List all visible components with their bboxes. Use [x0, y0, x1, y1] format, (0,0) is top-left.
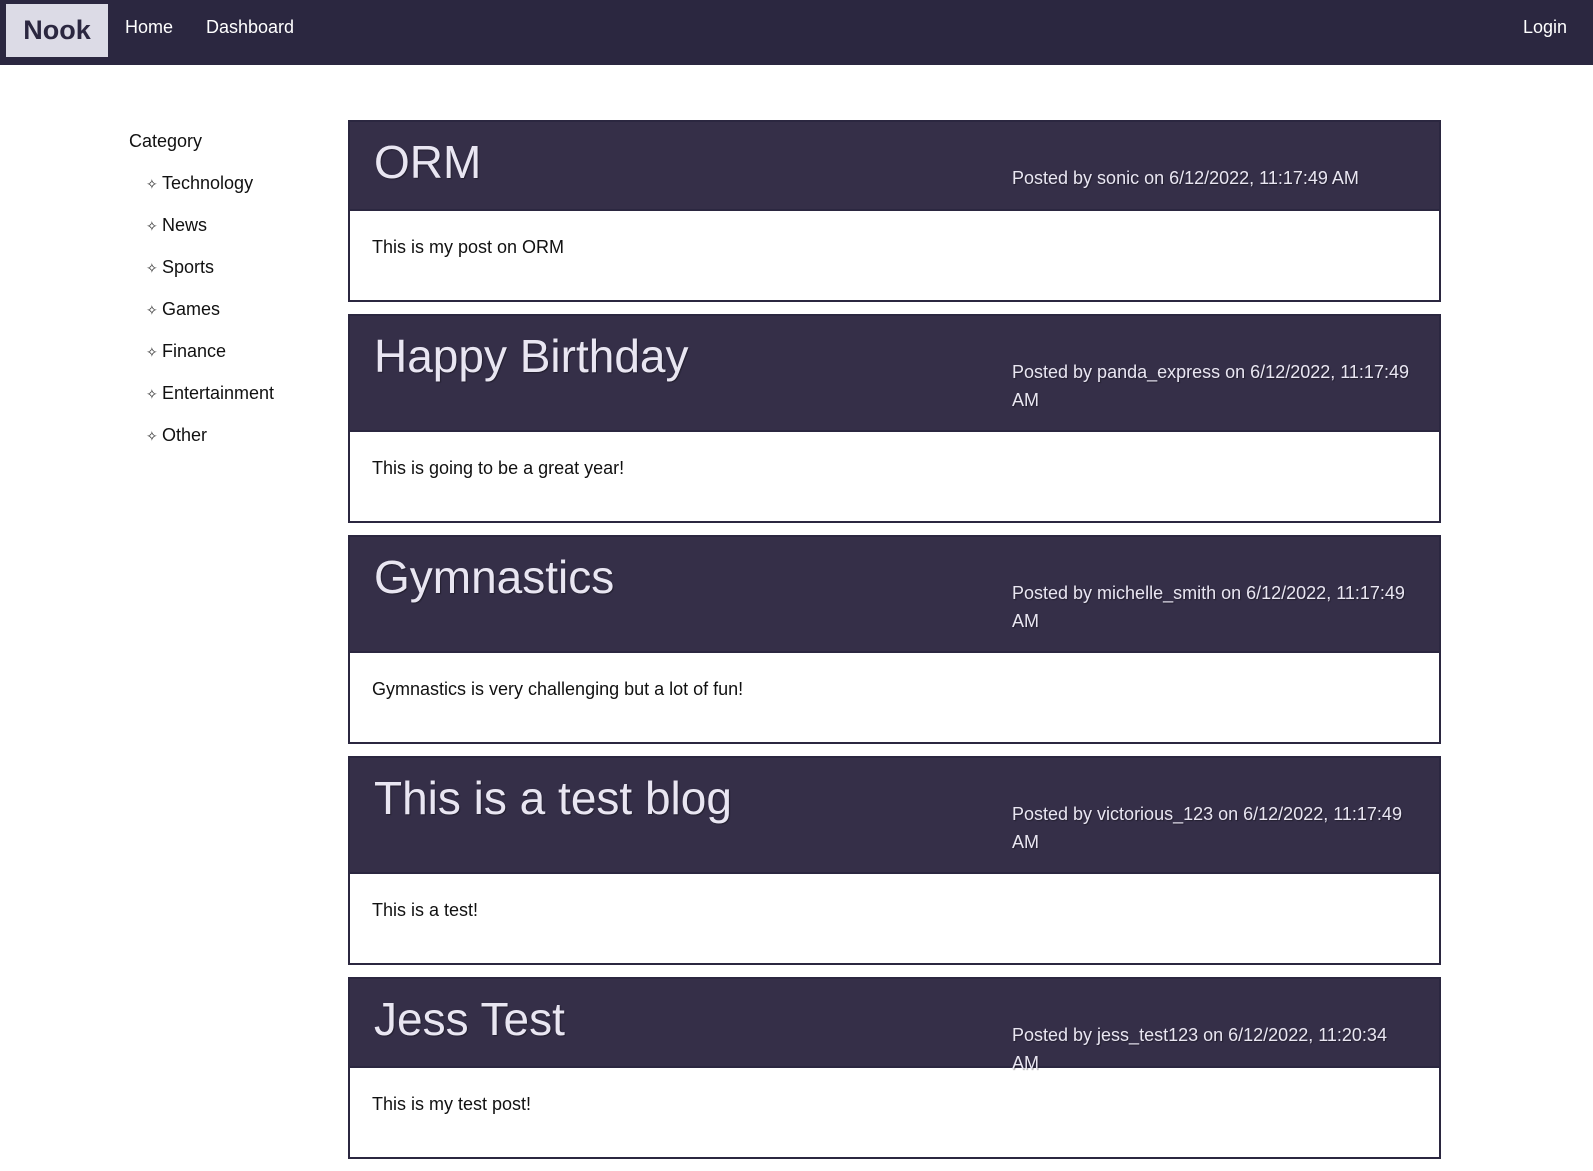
category-label: Entertainment	[162, 383, 275, 403]
brand-logo[interactable]: Nook	[6, 4, 108, 57]
post-header: Gymnastics Posted by michelle_smith on 6…	[350, 537, 1439, 651]
category-item-news[interactable]: ✧ News	[146, 214, 329, 256]
post-meta: Posted by panda_express on 6/12/2022, 11…	[1012, 362, 1409, 410]
category-label: Technology	[162, 173, 254, 193]
category-item-technology[interactable]: ✧ Technology	[146, 172, 329, 214]
category-item-finance[interactable]: ✧ Finance	[146, 340, 329, 382]
post-meta: Posted by sonic on 6/12/2022, 11:17:49 A…	[1012, 168, 1359, 188]
sparkle-icon: ✧	[146, 386, 158, 402]
post-body: Gymnastics is very challenging but a lot…	[350, 651, 1439, 742]
top-navbar: Nook Home Dashboard Login	[0, 0, 1593, 65]
post-body: This is going to be a great year!	[350, 430, 1439, 521]
post-header: Happy Birthday Posted by panda_express o…	[350, 316, 1439, 430]
sparkle-icon: ✧	[146, 218, 158, 234]
post-feed: ORM Posted by sonic on 6/12/2022, 11:17:…	[348, 120, 1441, 1171]
category-label: Other	[162, 425, 208, 445]
sidebar-title: Category	[129, 131, 203, 151]
post-body: This is my post on ORM	[350, 209, 1439, 300]
post-card[interactable]: Jess Test Posted by jess_test123 on 6/12…	[348, 977, 1441, 1159]
nav-link-login[interactable]: Login	[1523, 17, 1567, 37]
sparkle-icon: ✧	[146, 260, 158, 276]
post-header: This is a test blog Posted by victorious…	[350, 758, 1439, 872]
nav-link-dashboard[interactable]: Dashboard	[206, 17, 294, 37]
category-item-entertainment[interactable]: ✧ Entertainment	[146, 382, 329, 424]
category-item-games[interactable]: ✧ Games	[146, 298, 329, 340]
category-label: Games	[162, 299, 221, 319]
post-meta: Posted by michelle_smith on 6/12/2022, 1…	[1012, 583, 1405, 631]
nav-link-home[interactable]: Home	[125, 17, 173, 37]
category-item-sports[interactable]: ✧ Sports	[146, 256, 329, 298]
post-card[interactable]: Gymnastics Posted by michelle_smith on 6…	[348, 535, 1441, 744]
post-meta: Posted by jess_test123 on 6/12/2022, 11:…	[1012, 1025, 1387, 1073]
post-header: Jess Test Posted by jess_test123 on 6/12…	[350, 979, 1439, 1073]
sparkle-icon: ✧	[146, 302, 158, 318]
category-label: News	[162, 215, 208, 235]
post-card[interactable]: This is a test blog Posted by victorious…	[348, 756, 1441, 965]
post-body: This is a test!	[350, 872, 1439, 963]
category-item-other[interactable]: ✧ Other	[146, 424, 329, 466]
post-card[interactable]: ORM Posted by sonic on 6/12/2022, 11:17:…	[348, 120, 1441, 302]
sparkle-icon: ✧	[146, 428, 158, 444]
post-meta: Posted by victorious_123 on 6/12/2022, 1…	[1012, 804, 1402, 852]
sparkle-icon: ✧	[146, 344, 158, 360]
category-list: ✧ Technology ✧ News ✧ Sports ✧ Games ✧ Financ…	[129, 172, 329, 466]
post-header: ORM Posted by sonic on 6/12/2022, 11:17:…	[350, 122, 1439, 209]
post-body: This is my test post!	[350, 1066, 1439, 1157]
category-label: Sports	[162, 257, 215, 277]
sparkle-icon: ✧	[146, 176, 158, 192]
category-sidebar: Category ✧ Technology ✧ News ✧ Sports ✧ Game…	[129, 130, 329, 466]
post-card[interactable]: Happy Birthday Posted by panda_express o…	[348, 314, 1441, 523]
category-label: Finance	[162, 341, 227, 361]
